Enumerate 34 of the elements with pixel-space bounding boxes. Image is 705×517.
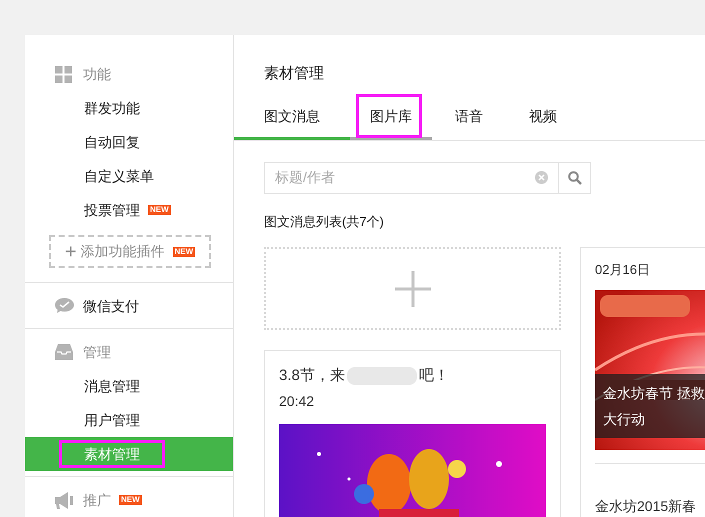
article-card[interactable]: 3.8节，来 吧！ 20:42 [264,350,561,517]
tab[interactable]: 图片库 [350,94,432,140]
plus-sign: + [64,242,76,262]
chat-bubble-icon [55,298,74,314]
tab[interactable]: 视频 [506,94,580,140]
clear-icon[interactable] [535,171,548,184]
section-label: 管理 [83,342,111,362]
new-badge: NEW [172,246,196,256]
article-time: 20:42 [279,392,314,410]
megaphone-icon [55,492,73,508]
section-label: 功能 [83,64,111,84]
section-label: 推广 [83,490,111,510]
tab[interactable]: 语音 [432,94,506,140]
article-date: 02月16日 [595,261,650,279]
grid-icon [55,66,72,82]
page-title: 素材管理 [264,64,324,84]
menu-item[interactable]: 自定义菜单 [25,159,233,193]
new-badge: NEW [119,495,142,505]
article-title: 金水坊2015新春 [595,496,696,516]
menu-item[interactable]: 群发功能 [25,91,233,125]
new-badge: NEW [148,205,171,215]
list-heading: 图文消息列表(共7个) [264,212,384,231]
image-caption: 金水坊春节 拯救 大行动 [595,374,705,438]
inbox-icon [55,344,73,360]
menu-item[interactable]: 自动回复 [25,125,233,159]
search-icon [568,170,582,184]
plus-icon [394,270,430,306]
menu-item[interactable]: 用户管理 [25,403,233,437]
section-label[interactable]: 微信支付 [83,296,139,316]
menu-item[interactable]: 投票管理 NEW [25,193,233,227]
article-title: 3.8节，来 吧！ [279,366,450,388]
tab[interactable]: 图文消息 [234,94,350,140]
add-card-button[interactable] [264,247,561,330]
menu-item[interactable]: 消息管理 [25,369,233,403]
